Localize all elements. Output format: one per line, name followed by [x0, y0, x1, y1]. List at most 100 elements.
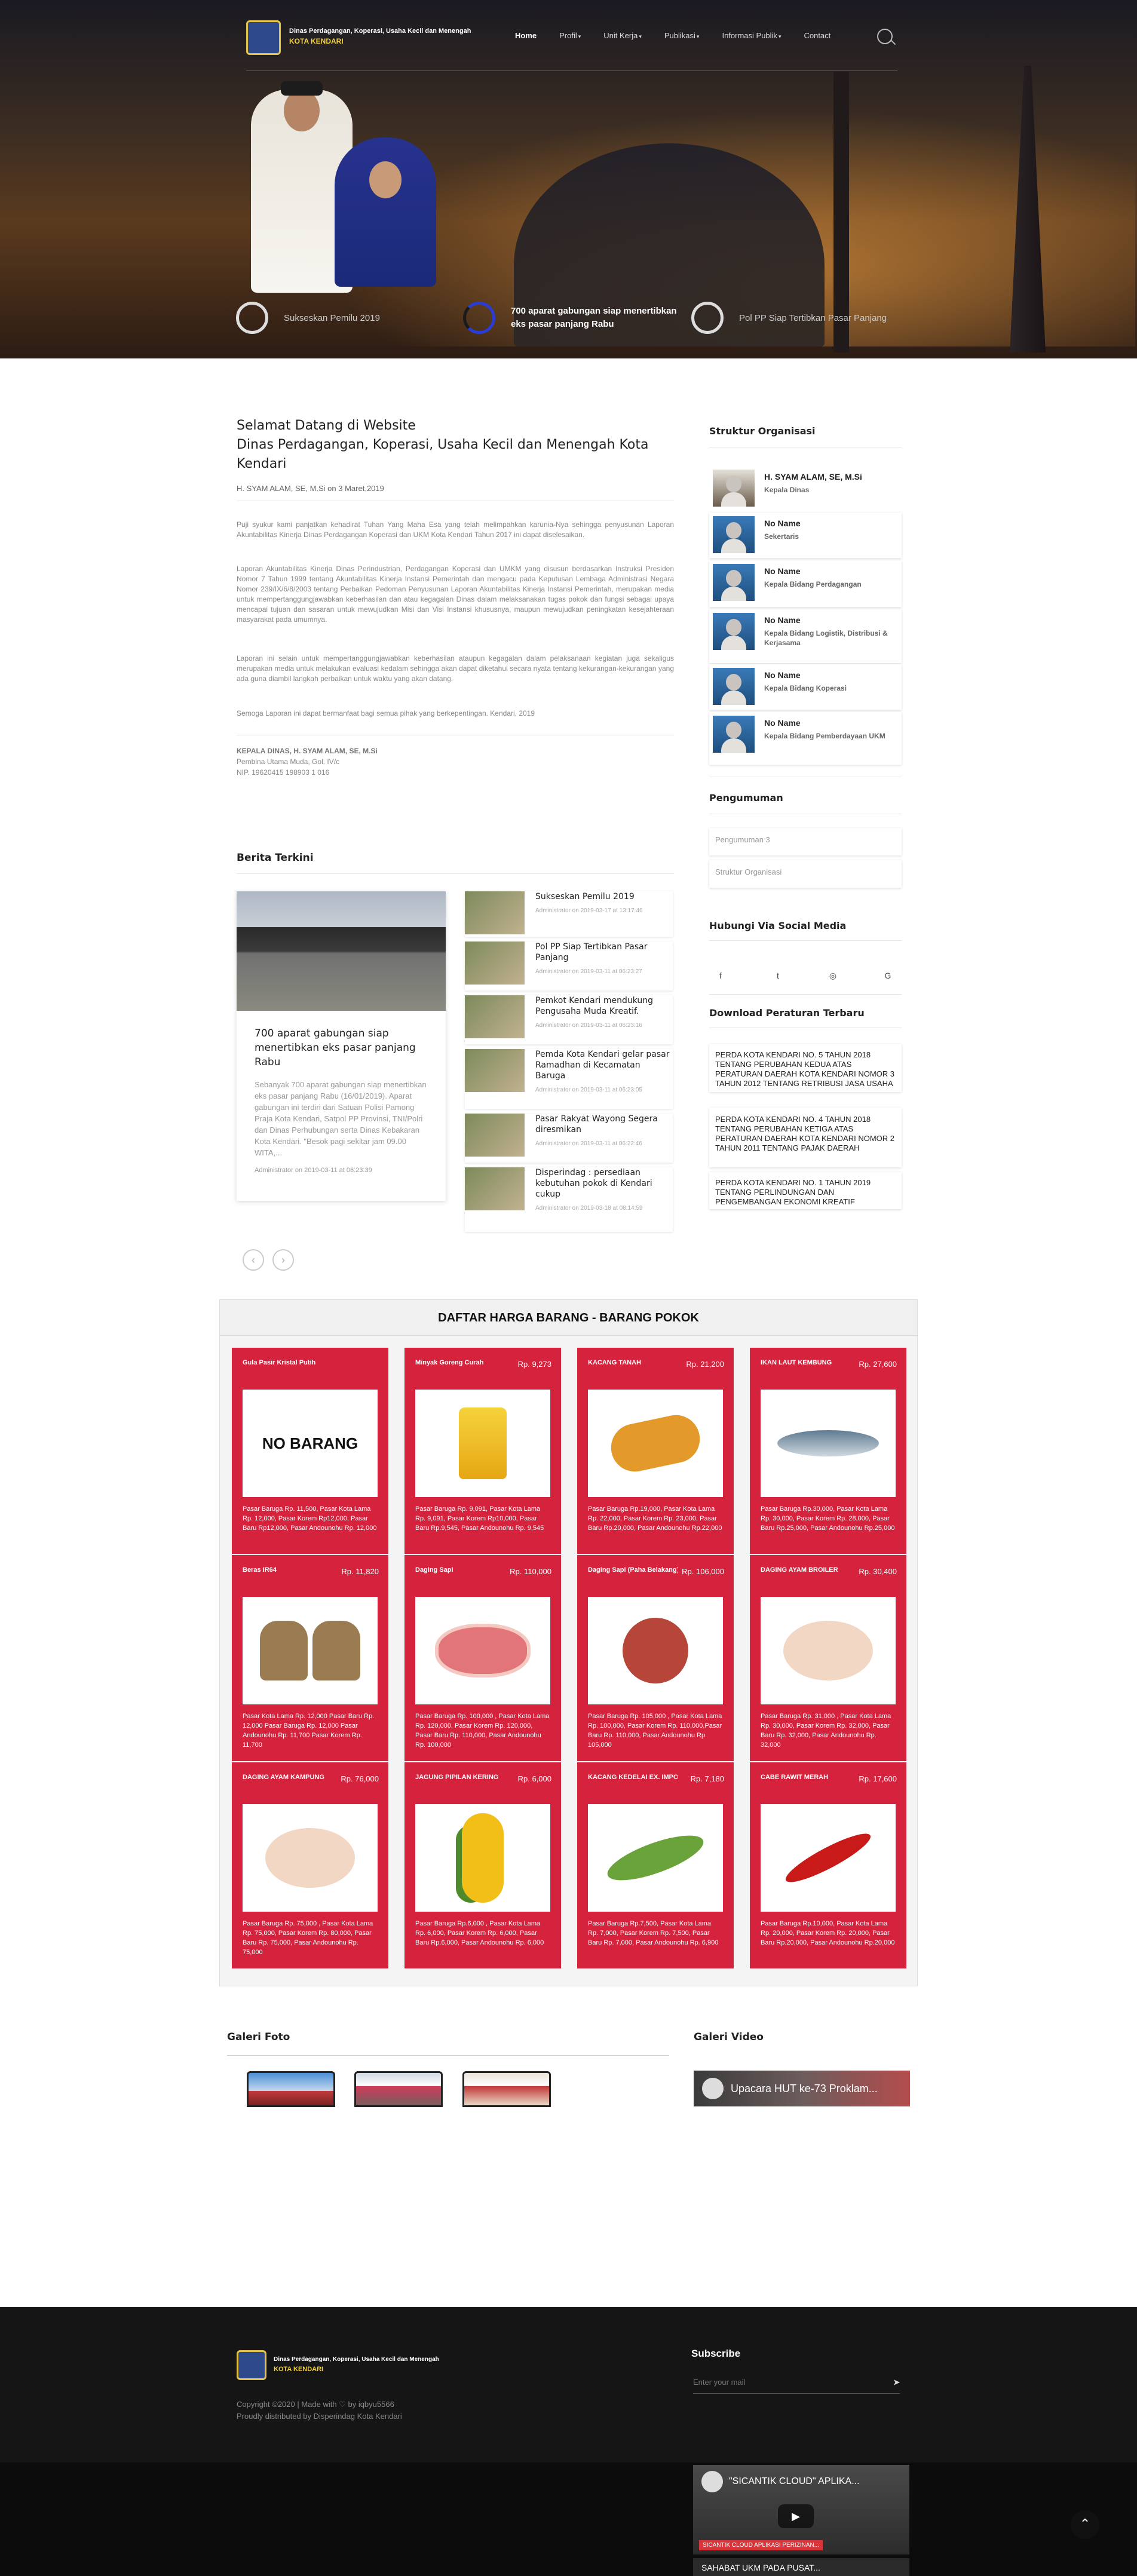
peraturan-heading: Download Peraturan Terbaru [709, 1007, 865, 1019]
peraturan-item[interactable]: PERDA KOTA KENDARI NO. 4 TAHUN 2018 TENT… [709, 1108, 902, 1167]
product-image [588, 1804, 723, 1912]
peraturan-item[interactable]: PERDA KOTA KENDARI NO. 1 TAHUN 2019 TENT… [709, 1172, 902, 1209]
gallery-photo[interactable] [462, 2071, 551, 2107]
price-card[interactable]: JAGUNG PIPILAN KERING Rp. 6,000 Pasar Baru… [404, 1762, 561, 1968]
city-logo[interactable] [237, 2350, 266, 2380]
news-byline: Administrator on 2019-03-11 at 06:23:39 [255, 1167, 372, 1174]
youtube-embed[interactable]: SAHABAT UKM PADA PUSAT... [693, 2558, 909, 2576]
menu-contact[interactable]: Contact [804, 31, 830, 40]
price-card[interactable]: CABE RAWIT MERAH Rp. 17,600 Pasar Baruga R… [750, 1762, 906, 1968]
slider-item[interactable]: 700 aparat gabungan siap menertibkan eks… [463, 302, 678, 334]
news-title[interactable]: 700 aparat gabungan siap menertibkan eks… [237, 1011, 446, 1069]
news-image [237, 891, 446, 1011]
news-list-item[interactable]: Pemda Kota Kendari gelar pasar Ramadhan … [465, 1049, 673, 1109]
product-market-prices: Pasar Baruga Rp. 75,000 , Pasar Kota Lam… [243, 1920, 373, 1956]
peraturan-item[interactable]: PERDA KOTA KENDARI NO. 5 TAHUN 2018 TENT… [709, 1044, 902, 1092]
channel-avatar [701, 2471, 723, 2492]
menu-profil[interactable]: Profil ▾ [559, 31, 581, 40]
news-list-item[interactable]: Sukseskan Pemilu 2019 Administrator on 20… [465, 891, 673, 937]
menu-unit-kerja[interactable]: Unit Kerja ▾ [603, 31, 642, 40]
product-price: Rp. 76,000 [341, 1774, 379, 1783]
product-market-prices: Pasar Baruga Rp.7,500, Pasar Kota Lama R… [588, 1920, 719, 1946]
prev-arrow-icon[interactable]: ‹ [243, 1249, 264, 1271]
product-image [761, 1390, 896, 1497]
news-thumb [465, 942, 525, 985]
search-icon[interactable] [877, 29, 893, 44]
news-list-item[interactable]: Disperindag : persediaan kebutuhan pokok… [465, 1167, 673, 1232]
youtube-embed[interactable]: "SICANTIK CLOUD" APLIKA... ▶ SICANTIK CL… [693, 2465, 909, 2554]
price-card[interactable]: KACANG TANAH Rp. 21,200 Pasar Baruga Rp.19… [577, 1348, 734, 1554]
back-to-top-button[interactable]: ⌃ [1071, 2510, 1099, 2539]
news-list-item[interactable]: Pasar Rakyat Wayong Segera diresmikan Adm… [465, 1114, 673, 1163]
product-price: Rp. 6,000 [517, 1774, 551, 1783]
channel-avatar [702, 2078, 724, 2099]
menu-informasi-publik[interactable]: Informasi Publik ▾ [722, 31, 781, 40]
org-city[interactable]: KOTA KENDARI [289, 37, 344, 45]
welcome-paragraph: Semoga Laporan ini dapat bermanfaat bagi… [237, 709, 535, 717]
price-card[interactable]: KACANG KEDELAI EX. IMPOR Rp. 7,180 Pasar B… [577, 1762, 734, 1968]
product-market-prices: Pasar Baruga Rp. 11,500, Pasar Kota Lama… [243, 1505, 377, 1532]
send-icon[interactable]: ➤ [893, 2378, 900, 2387]
menu-publikasi[interactable]: Publikasi ▾ [664, 31, 700, 40]
divider [237, 873, 674, 874]
avatar [713, 613, 755, 650]
product-name: KACANG KEDELAI EX. IMPOR [588, 1774, 678, 1781]
next-arrow-icon[interactable]: › [272, 1249, 294, 1271]
chevron-down-icon: ▾ [639, 33, 642, 39]
struktur-item[interactable]: No Name Kepala Bidang Koperasi [709, 664, 902, 710]
product-price: Rp. 7,180 [690, 1774, 724, 1783]
chevron-down-icon: ▾ [778, 33, 782, 39]
price-card[interactable]: Daging Sapi Rp. 110,000 Pasar Baruga Rp. 1… [404, 1555, 561, 1761]
slider-item[interactable]: Pol PP Siap Tertibkan Pasar Panjang [691, 302, 887, 334]
no-image-label: NO BARANG [262, 1434, 358, 1452]
google-icon[interactable]: G [877, 965, 899, 986]
price-card[interactable]: Minyak Goreng Curah Rp. 9,273 Pasar Baruga… [404, 1348, 561, 1554]
twitter-icon[interactable]: t [767, 965, 789, 986]
instagram-icon[interactable]: ◎ [822, 965, 844, 986]
main-menu: Home Profil ▾ Unit Kerja ▾ Publikasi ▾ Info… [515, 31, 853, 40]
footer-org-city: KOTA KENDARI [274, 2366, 324, 2373]
facebook-icon[interactable]: f [710, 965, 731, 986]
price-card[interactable]: Beras IR64 Rp. 11,820 Pasar Kota Lama Rp. … [232, 1555, 388, 1761]
city-logo[interactable] [246, 20, 281, 55]
gallery-photo[interactable] [354, 2071, 443, 2107]
product-image [243, 1597, 378, 1704]
product-name: Daging Sapi [415, 1566, 453, 1574]
price-card[interactable]: Daging Sapi (Paha Belakang) Rp. 106,000 Pa… [577, 1555, 734, 1761]
struktur-item[interactable]: H. SYAM ALAM, SE, M.Si Kepala Dinas [709, 466, 902, 510]
subscribe-input[interactable]: Enter your mail ➤ [693, 2378, 900, 2394]
struktur-item[interactable]: No Name Sekertaris [709, 513, 902, 558]
news-thumb [465, 1114, 525, 1157]
price-card[interactable]: Gula Pasir Kristal Putih NO BARANG Pasar B… [232, 1348, 388, 1554]
product-name: KACANG TANAH [588, 1359, 642, 1366]
chevron-down-icon: ▾ [696, 33, 700, 39]
play-icon[interactable]: ▶ [778, 2504, 814, 2528]
news-excerpt: Sebanyak 700 aparat gabungan siap menert… [255, 1080, 427, 1157]
product-market-prices: Pasar Baruga Rp.19,000, Pasar Kota Lama … [588, 1505, 722, 1532]
slider-item[interactable]: Sukseskan Pemilu 2019 [236, 302, 380, 334]
divider [709, 994, 902, 995]
price-card[interactable]: IKAN LAUT KEMBUNG Rp. 27,600 Pasar Baruga … [750, 1348, 906, 1554]
video-thumbnail[interactable]: Upacara HUT ke-73 Proklam... [694, 2071, 910, 2106]
featured-news-card[interactable]: 700 aparat gabungan siap menertibkan eks… [237, 891, 446, 1201]
struktur-item[interactable]: No Name Kepala Bidang Logistik, Distribus… [709, 609, 902, 663]
product-market-prices: Pasar Kota Lama Rp. 12,000 Pasar Baru Rp… [243, 1713, 375, 1749]
pengumuman-item[interactable]: Pengumuman 3 [709, 828, 902, 855]
product-price: Rp. 21,200 [686, 1360, 724, 1369]
news-list-item[interactable]: Pemkot Kendari mendukung Pengusaha Muda … [465, 995, 673, 1044]
price-card[interactable]: DAGING AYAM KAMPUNG Rp. 76,000 Pasar Barug… [232, 1762, 388, 1968]
product-name: IKAN LAUT KEMBUNG [761, 1359, 832, 1366]
struktur-item[interactable]: No Name Kepala Bidang Perdagangan [709, 560, 902, 607]
pengumuman-item[interactable]: Struktur Organisasi [709, 860, 902, 888]
news-list-item[interactable]: Pol PP Siap Tertibkan Pasar Panjang Admin… [465, 942, 673, 990]
product-name: DAGING AYAM BROILER [761, 1566, 838, 1574]
chevron-down-icon: ▾ [578, 33, 581, 39]
org-name[interactable]: Dinas Perdagangan, Koperasi, Usaha Kecil… [289, 27, 471, 35]
struktur-item[interactable]: No Name Kepala Bidang Pemberdayaan UKM [709, 712, 902, 765]
price-card[interactable]: DAGING AYAM BROILER Rp. 30,400 Pasar Barug… [750, 1555, 906, 1761]
divider [227, 2055, 669, 2056]
product-image: NO BARANG [243, 1390, 378, 1497]
gallery-photo[interactable] [247, 2071, 335, 2107]
slider-progress-ring [463, 302, 495, 334]
menu-home[interactable]: Home [515, 31, 537, 40]
